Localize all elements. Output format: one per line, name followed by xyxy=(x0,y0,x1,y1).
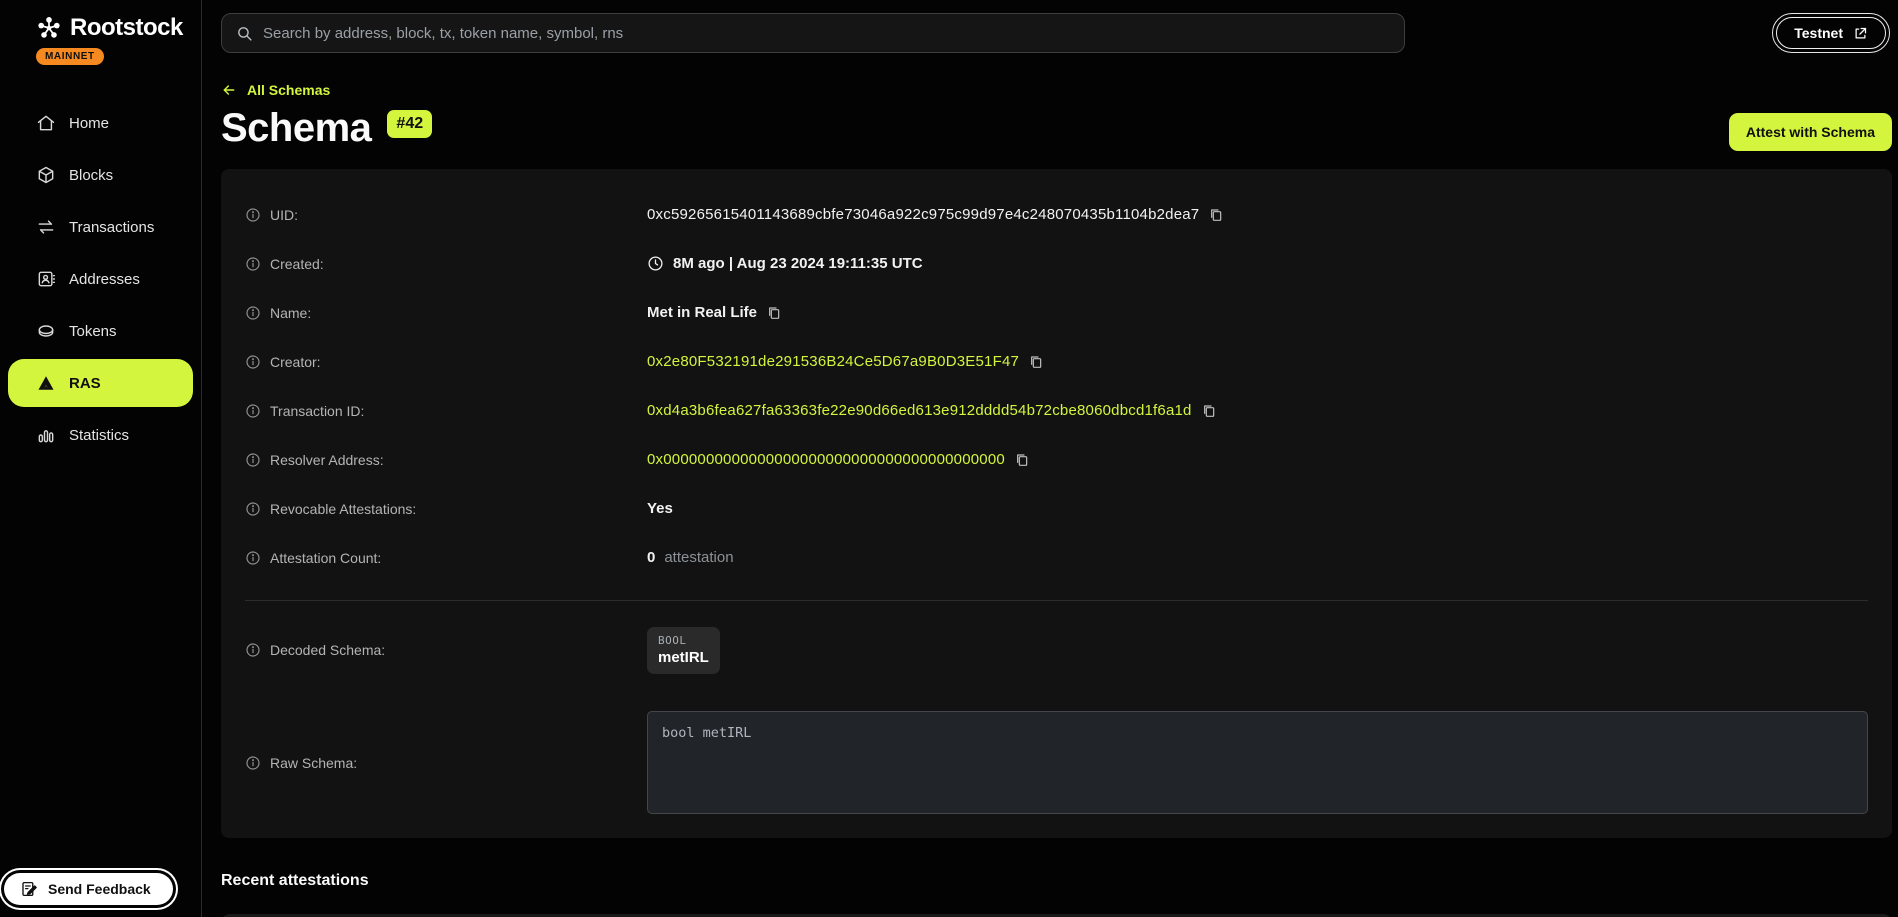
detail-row-created: Created: 8M ago | Aug 23 2024 19:11:35 U… xyxy=(245,239,1868,288)
copy-icon[interactable] xyxy=(1208,207,1224,223)
schema-number-badge: #42 xyxy=(387,110,432,138)
sidebar-item-statistics[interactable]: Statistics xyxy=(8,411,193,459)
info-icon xyxy=(245,403,261,419)
external-link-icon xyxy=(1853,26,1868,41)
sidebar-item-blocks[interactable]: Blocks xyxy=(8,151,193,199)
sidebar-item-label: Blocks xyxy=(69,167,113,184)
created-value: 8M ago | Aug 23 2024 19:11:35 UTC xyxy=(673,255,923,272)
detail-label: Created: xyxy=(270,256,324,272)
resolver-address-link[interactable]: 0x00000000000000000000000000000000000000… xyxy=(647,451,1005,468)
detail-label: Resolver Address: xyxy=(270,452,384,468)
search-icon xyxy=(236,25,253,42)
detail-label: Raw Schema: xyxy=(270,755,357,771)
feedback-label: Send Feedback xyxy=(48,881,151,897)
transaction-id-link[interactable]: 0xd4a3b6fea627fa63363fe22e90d66ed613e912… xyxy=(647,402,1192,419)
copy-icon[interactable] xyxy=(1028,354,1044,370)
recent-attestations-title: Recent attestations xyxy=(221,872,1892,890)
testnet-button[interactable]: Testnet xyxy=(1776,17,1886,49)
brand-block: Rootstock MAINNET xyxy=(0,14,201,65)
info-icon xyxy=(245,452,261,468)
home-icon xyxy=(36,113,56,133)
sidebar-item-label: Statistics xyxy=(69,427,129,444)
info-icon xyxy=(245,550,261,566)
topbar: Testnet xyxy=(221,0,1892,53)
info-icon xyxy=(245,755,261,771)
detail-row-resolver-address: Resolver Address: 0x00000000000000000000… xyxy=(245,435,1868,484)
detail-row-name: Name: Met in Real Life xyxy=(245,288,1868,337)
schema-field-name: metIRL xyxy=(658,649,709,666)
detail-row-attestation-count: Attestation Count: 0 attestation xyxy=(245,533,1868,582)
addresses-icon xyxy=(36,269,56,289)
arrow-left-icon xyxy=(221,82,237,98)
attest-with-schema-button[interactable]: Attest with Schema xyxy=(1729,113,1892,151)
copy-icon[interactable] xyxy=(1201,403,1217,419)
raw-schema-textarea[interactable]: bool metIRL xyxy=(647,711,1868,814)
detail-row-decoded-schema: Decoded Schema: BOOL metIRL xyxy=(245,615,1868,685)
testnet-label: Testnet xyxy=(1794,25,1843,41)
schema-details-panel: UID: 0xc59265615401143689cbfe73046a922c9… xyxy=(221,169,1892,838)
sidebar-item-label: Home xyxy=(69,115,109,132)
info-icon xyxy=(245,501,261,517)
sidebar-item-label: RAS xyxy=(69,375,101,392)
sidebar-item-ras[interactable]: RAS xyxy=(8,359,193,407)
sidebar-item-tokens[interactable]: Tokens xyxy=(8,307,193,355)
sidebar-nav: Home Blocks Transactions xyxy=(0,99,201,459)
revocable-value: Yes xyxy=(647,500,673,517)
panel-divider xyxy=(245,600,1868,601)
ras-icon xyxy=(36,373,56,393)
blocks-icon xyxy=(36,165,56,185)
attestation-count-value: 0 xyxy=(647,549,655,566)
detail-label: Decoded Schema: xyxy=(270,642,385,658)
back-link-label: All Schemas xyxy=(247,82,330,98)
back-to-all-schemas-link[interactable]: All Schemas xyxy=(221,82,330,98)
attestation-count-suffix: attestation xyxy=(664,549,733,566)
detail-label: Name: xyxy=(270,305,311,321)
sidebar: Rootstock MAINNET Home Blocks xyxy=(0,0,202,917)
main-content: Testnet All Schemas Schema #42 Attest wi… xyxy=(202,0,1898,917)
sidebar-item-home[interactable]: Home xyxy=(8,99,193,147)
detail-row-revocable: Revocable Attestations: Yes xyxy=(245,484,1868,533)
uid-value: 0xc59265615401143689cbfe73046a922c975c99… xyxy=(647,206,1199,223)
title-row: Schema #42 Attest with Schema xyxy=(221,106,1892,151)
feedback-icon xyxy=(20,880,38,898)
detail-label: Attestation Count: xyxy=(270,550,381,566)
detail-row-transaction-id: Transaction ID: 0xd4a3b6fea627fa63363fe2… xyxy=(245,386,1868,435)
detail-row-uid: UID: 0xc59265615401143689cbfe73046a922c9… xyxy=(245,190,1868,239)
sidebar-item-addresses[interactable]: Addresses xyxy=(8,255,193,303)
sidebar-item-label: Addresses xyxy=(69,271,140,288)
rootstock-logo-icon xyxy=(36,15,62,41)
brand-name: Rootstock xyxy=(70,14,183,42)
sidebar-item-transactions[interactable]: Transactions xyxy=(8,203,193,251)
search-input[interactable] xyxy=(263,25,1390,42)
info-icon xyxy=(245,207,261,223)
detail-label: Creator: xyxy=(270,354,321,370)
detail-row-creator: Creator: 0x2e80F532191de291536B24Ce5D67a… xyxy=(245,337,1868,386)
page-title: Schema xyxy=(221,106,371,150)
detail-row-raw-schema: Raw Schema: bool metIRL xyxy=(245,711,1868,814)
detail-label: Revocable Attestations: xyxy=(270,501,416,517)
info-icon xyxy=(245,354,261,370)
clock-icon xyxy=(647,255,664,272)
network-badge: MAINNET xyxy=(36,48,104,65)
send-feedback-button[interactable]: Send Feedback xyxy=(4,873,173,905)
sidebar-item-label: Tokens xyxy=(69,323,117,340)
schema-field-type: BOOL xyxy=(658,634,709,647)
sidebar-item-label: Transactions xyxy=(69,219,154,236)
statistics-icon xyxy=(36,425,56,445)
decoded-schema-chip: BOOL metIRL xyxy=(647,627,720,674)
creator-address-link[interactable]: 0x2e80F532191de291536B24Ce5D67a9B0D3E51F… xyxy=(647,353,1019,370)
detail-label: UID: xyxy=(270,207,298,223)
copy-icon[interactable] xyxy=(1014,452,1030,468)
name-value: Met in Real Life xyxy=(647,304,757,321)
tokens-icon xyxy=(36,321,56,341)
search-box[interactable] xyxy=(221,13,1405,53)
copy-icon[interactable] xyxy=(766,305,782,321)
transactions-icon xyxy=(36,217,56,237)
info-icon xyxy=(245,305,261,321)
info-icon xyxy=(245,256,261,272)
detail-label: Transaction ID: xyxy=(270,403,364,419)
info-icon xyxy=(245,642,261,658)
